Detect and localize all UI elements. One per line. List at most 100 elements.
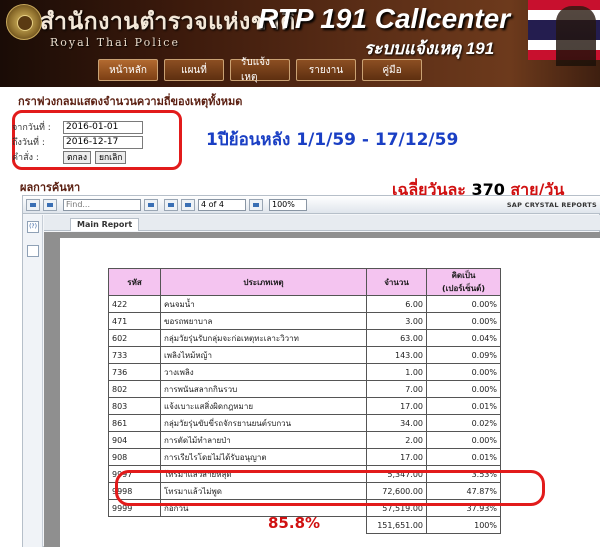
cell-percent: 0.00% bbox=[426, 380, 501, 398]
cell-code: 908 bbox=[108, 448, 161, 466]
blank-cell bbox=[109, 517, 161, 534]
search-icon[interactable] bbox=[144, 198, 158, 211]
command-label: คำสั่ง : bbox=[12, 153, 39, 163]
total-percent: 100% bbox=[426, 516, 501, 534]
cell-percent: 0.09% bbox=[426, 346, 501, 364]
table-row: 422 คนจมน้ำ 6.00 0.00% bbox=[108, 295, 501, 313]
find-input[interactable] bbox=[63, 198, 141, 211]
cell-count: 1.00 bbox=[366, 363, 427, 381]
table-row: 904 การตัดไม้ทำลายป่า 2.00 0.00% bbox=[108, 431, 501, 449]
top-rows-highlight-circle bbox=[115, 470, 545, 506]
page-number-input[interactable] bbox=[198, 198, 246, 211]
table-row: 908 การเรียไรโดยไม่ได้รับอนุญาต 17.00 0.01% bbox=[108, 448, 501, 466]
cell-code: 471 bbox=[108, 312, 161, 330]
cell-count: 6.00 bbox=[366, 295, 427, 313]
from-date-input[interactable] bbox=[63, 120, 143, 134]
tab-main-report[interactable]: Main Report bbox=[70, 218, 140, 231]
group-tree-icon[interactable] bbox=[27, 245, 39, 257]
cell-type: กลุ่มวัยรุ่นรับกลุ่มจะก่อเหตุทะเลาะวิวาท bbox=[160, 329, 367, 347]
cell-count: 17.00 bbox=[366, 397, 427, 415]
table-row: 471 ขอรถพยาบาล 3.00 0.00% bbox=[108, 312, 501, 330]
site-header: สำนักงานตำรวจแห่งชาติ Royal Thai Police … bbox=[0, 0, 600, 87]
section-title: กราฟวงกลมแสดงจำนวนความถี่ของเหตุทั้งหมด bbox=[18, 95, 243, 108]
cell-percent: 0.01% bbox=[426, 397, 501, 415]
to-date-row: ถึงวันที่ : bbox=[12, 135, 143, 149]
total-count: 151,651.00 bbox=[366, 516, 427, 534]
police-emblem-icon bbox=[6, 4, 42, 40]
cell-type: แจ้งเบาะแสสิ่งผิดกฎหมาย bbox=[160, 397, 367, 415]
cell-code: 803 bbox=[108, 397, 161, 415]
cell-code: 861 bbox=[108, 414, 161, 432]
print-icon[interactable] bbox=[43, 198, 57, 211]
cell-type: ขอรถพยาบาล bbox=[160, 312, 367, 330]
cell-type: การตัดไม้ทำลายป่า bbox=[160, 431, 367, 449]
col-header-code: รหัส bbox=[108, 268, 161, 296]
cell-percent: 0.00% bbox=[426, 431, 501, 449]
cell-count: 2.00 bbox=[366, 431, 427, 449]
viewer-brand: SAP CRYSTAL REPORTS bbox=[506, 200, 597, 209]
cell-percent: 0.00% bbox=[426, 312, 501, 330]
export-icon[interactable] bbox=[26, 198, 40, 211]
share-annotation: 85.8% bbox=[268, 514, 321, 532]
table-row: 736 วางเพลิง 1.00 0.00% bbox=[108, 363, 501, 381]
table-row: 733 เพลิงไหม้หญ้า 143.00 0.09% bbox=[108, 346, 501, 364]
nav-tab-manual[interactable]: คู่มือ bbox=[362, 59, 422, 81]
results-title: ผลการค้นหา bbox=[20, 181, 81, 194]
prev-page-icon[interactable] bbox=[181, 198, 195, 211]
table-row: 602 กลุ่มวัยรุ่นรับกลุ่มจะก่อเหตุทะเลาะวิ… bbox=[108, 329, 501, 347]
to-date-input[interactable] bbox=[63, 135, 143, 149]
cell-type: กลุ่มวัยรุ่นขับขี่รถจักรยานยนต์รบกวน bbox=[160, 414, 367, 432]
nav-tab-home[interactable]: หน้าหลัก bbox=[98, 59, 158, 81]
cell-type: การพนันสลากกินรวบ bbox=[160, 380, 367, 398]
cell-type: คนจมน้ำ bbox=[160, 295, 367, 313]
cell-code: 733 bbox=[108, 346, 161, 364]
to-date-label: ถึงวันที่ : bbox=[12, 138, 45, 148]
cell-type: การเรียไรโดยไม่ได้รับอนุญาต bbox=[160, 448, 367, 466]
col-header-type: ประเภทเหตุ bbox=[160, 268, 367, 296]
officer-portrait-icon bbox=[556, 6, 596, 66]
org-english-title: Royal Thai Police bbox=[50, 36, 180, 49]
cell-percent: 0.00% bbox=[426, 363, 501, 381]
nav-tab-map[interactable]: แผนที่ bbox=[164, 59, 224, 81]
cell-count: 17.00 bbox=[366, 448, 427, 466]
ok-button[interactable]: ตกลง bbox=[63, 150, 92, 164]
next-page-icon[interactable] bbox=[249, 198, 263, 211]
command-row: คำสั่ง : ตกลง ยกเลิก bbox=[12, 150, 127, 164]
nav-tab-incident[interactable]: รับแจ้งเหตุ bbox=[230, 57, 290, 83]
cancel-button[interactable]: ยกเลิก bbox=[95, 150, 127, 164]
report-tabbar: Main Report bbox=[44, 215, 600, 231]
table-row: 861 กลุ่มวัยรุ่นขับขี่รถจักรยานยนต์รบกวน 3… bbox=[108, 414, 501, 432]
zoom-select[interactable] bbox=[269, 198, 307, 211]
col-header-percent: คิดเป็น (เปอร์เซ็นต์) bbox=[426, 268, 501, 296]
cell-code: 736 bbox=[108, 363, 161, 381]
table-row: 803 แจ้งเบาะแสสิ่งผิดกฎหมาย 17.00 0.01% bbox=[108, 397, 501, 415]
from-date-label: จากวันที่ : bbox=[12, 123, 51, 133]
nav-tab-report[interactable]: รายงาน bbox=[296, 59, 356, 81]
cell-percent: 0.04% bbox=[426, 329, 501, 347]
viewer-sidebar: (?) bbox=[23, 215, 43, 547]
cell-code: 904 bbox=[108, 431, 161, 449]
cell-percent: 0.00% bbox=[426, 295, 501, 313]
viewer-toolbar: SAP CRYSTAL REPORTS bbox=[23, 196, 600, 214]
col-header-count: จำนวน bbox=[366, 268, 427, 296]
help-icon[interactable]: (?) bbox=[27, 221, 39, 233]
table-header-row: รหัส ประเภทเหตุ จำนวน คิดเป็น (เปอร์เซ็น… bbox=[108, 268, 501, 296]
date-range-annotation: 1ปีย้อนหลัง 1/1/59 - 17/12/59 bbox=[206, 130, 459, 150]
page-root: สำนักงานตำรวจแห่งชาติ Royal Thai Police … bbox=[0, 0, 600, 547]
cell-code: 602 bbox=[108, 329, 161, 347]
cell-count: 34.00 bbox=[366, 414, 427, 432]
app-subtitle: ระบบแจ้งเหตุ 191 bbox=[364, 39, 495, 58]
cell-count: 63.00 bbox=[366, 329, 427, 347]
cell-count: 7.00 bbox=[366, 380, 427, 398]
cell-count: 3.00 bbox=[366, 312, 427, 330]
table-row: 802 การพนันสลากกินรวบ 7.00 0.00% bbox=[108, 380, 501, 398]
cell-type: เพลิงไหม้หญ้า bbox=[160, 346, 367, 364]
app-title: RTP 191 Callcenter bbox=[258, 3, 511, 34]
cell-percent: 0.01% bbox=[426, 448, 501, 466]
from-date-row: จากวันที่ : bbox=[12, 120, 143, 134]
cell-code: 422 bbox=[108, 295, 161, 313]
cell-count: 143.00 bbox=[366, 346, 427, 364]
first-page-icon[interactable] bbox=[164, 198, 178, 211]
main-nav: หน้าหลัก แผนที่ รับแจ้งเหตุ รายงาน คู่มื… bbox=[98, 57, 498, 85]
cell-type: วางเพลิง bbox=[160, 363, 367, 381]
